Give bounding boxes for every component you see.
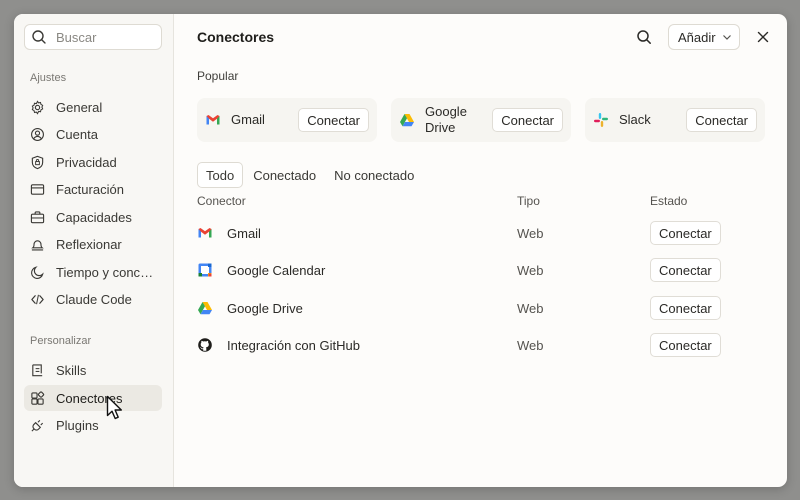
search-placeholder: Buscar bbox=[56, 29, 97, 45]
table-row: Integración con GitHub Web Conectar bbox=[197, 328, 721, 362]
moon-icon bbox=[31, 265, 44, 279]
popular-card-name: Gmail bbox=[231, 112, 265, 127]
connector-type: Web bbox=[517, 226, 544, 241]
connector-name: Gmail bbox=[227, 226, 261, 241]
google-drive-icon bbox=[197, 300, 213, 316]
sidebar-item-label: Claude Code bbox=[56, 291, 132, 307]
bell-icon bbox=[31, 239, 44, 251]
code-icon bbox=[31, 294, 44, 304]
sidebar-item-claude-code[interactable]: Claude Code bbox=[24, 286, 162, 312]
popular-section-label: Popular bbox=[197, 69, 239, 83]
sidebar-item-account[interactable]: Cuenta bbox=[24, 121, 162, 147]
connectors-icon bbox=[31, 390, 45, 405]
table-row: Google Calendar Web Conectar bbox=[197, 253, 721, 287]
skills-icon bbox=[32, 363, 43, 376]
credit-card-icon bbox=[30, 183, 45, 195]
gmail-icon bbox=[197, 225, 213, 241]
connector-type: Web bbox=[517, 263, 544, 278]
popular-card-google-drive: Google Drive Conectar bbox=[391, 98, 571, 142]
mouse-cursor-icon bbox=[106, 395, 122, 420]
column-header-connector: Conector bbox=[197, 194, 246, 208]
sidebar-item-reflect[interactable]: Reflexionar bbox=[24, 231, 162, 257]
plug-icon bbox=[31, 419, 44, 432]
sidebar-item-label: Facturación bbox=[56, 181, 124, 197]
close-icon bbox=[757, 31, 769, 43]
connect-button[interactable]: Conectar bbox=[650, 258, 721, 282]
user-circle-icon bbox=[31, 127, 44, 141]
add-button-label: Añadir bbox=[678, 29, 716, 45]
shield-icon bbox=[31, 155, 44, 169]
connect-button[interactable]: Conectar bbox=[298, 108, 369, 132]
sidebar-item-skills[interactable]: Skills bbox=[24, 357, 162, 383]
sidebar-item-label: Capacidades bbox=[56, 209, 132, 225]
gmail-icon bbox=[205, 112, 221, 128]
filter-tabs: Todo Conectado No conectado bbox=[197, 162, 422, 188]
popular-card-name: Slack bbox=[619, 112, 651, 127]
section-label-settings: Ajustes bbox=[30, 72, 67, 84]
table-row: Gmail Web Conectar bbox=[197, 216, 721, 250]
search-button[interactable] bbox=[633, 26, 655, 48]
gear-icon bbox=[31, 99, 44, 115]
sidebar-item-label: Cuenta bbox=[56, 126, 98, 142]
sidebar-item-label: Privacidad bbox=[56, 154, 117, 170]
connector-name: Google Drive bbox=[227, 301, 303, 316]
settings-sidebar: Buscar Ajustes General Cuenta Privacidad… bbox=[14, 14, 174, 487]
connector-name: Google Calendar bbox=[227, 263, 326, 278]
slack-icon bbox=[593, 112, 609, 128]
connect-button[interactable]: Conectar bbox=[492, 108, 563, 132]
sidebar-item-label: Tiempo y conce… bbox=[56, 264, 156, 280]
tab-connected[interactable]: Conectado bbox=[245, 162, 324, 188]
sidebar-item-label: Skills bbox=[56, 362, 87, 378]
tab-not-connected[interactable]: No conectado bbox=[326, 162, 422, 188]
sidebar-item-billing[interactable]: Facturación bbox=[24, 176, 162, 202]
popular-card-slack: Slack Conectar bbox=[585, 98, 765, 142]
connectors-modal: Buscar Ajustes General Cuenta Privacidad… bbox=[14, 14, 787, 487]
sidebar-item-capabilities[interactable]: Capacidades bbox=[24, 204, 162, 230]
main-panel: Conectores Añadir Popular Gmail Conectar… bbox=[175, 14, 787, 487]
connect-button[interactable]: Conectar bbox=[686, 108, 757, 132]
sidebar-item-time[interactable]: Tiempo y conce… bbox=[24, 259, 162, 285]
sidebar-item-general[interactable]: General bbox=[24, 94, 162, 120]
connector-type: Web bbox=[517, 301, 544, 316]
add-button[interactable]: Añadir bbox=[668, 24, 740, 50]
search-icon bbox=[637, 30, 651, 44]
column-header-status: Estado bbox=[650, 194, 688, 208]
google-calendar-icon bbox=[197, 262, 213, 278]
search-icon bbox=[32, 30, 46, 44]
table-row: Google Drive Web Conectar bbox=[197, 291, 721, 325]
sidebar-item-privacy[interactable]: Privacidad bbox=[24, 149, 162, 175]
page-title: Conectores bbox=[197, 29, 275, 45]
connect-button[interactable]: Conectar bbox=[650, 333, 721, 357]
column-header-type: Tipo bbox=[517, 194, 540, 208]
connect-button[interactable]: Conectar bbox=[650, 296, 721, 320]
search-input[interactable]: Buscar bbox=[24, 24, 162, 50]
connector-name: Integración con GitHub bbox=[227, 338, 360, 353]
google-drive-icon bbox=[399, 112, 415, 128]
close-button[interactable] bbox=[752, 26, 774, 48]
sidebar-item-plugins[interactable]: Plugins bbox=[24, 412, 162, 438]
connector-type: Web bbox=[517, 338, 544, 353]
section-label-personalize: Personalizar bbox=[30, 335, 92, 347]
popular-card-gmail: Gmail Conectar bbox=[197, 98, 377, 142]
chevron-down-icon bbox=[722, 35, 731, 40]
sidebar-item-label: Plugins bbox=[56, 417, 99, 433]
sidebar-item-label: Reflexionar bbox=[56, 236, 122, 252]
sidebar-item-label: General bbox=[56, 99, 103, 115]
sidebar-item-connectors[interactable]: Conectores bbox=[24, 385, 162, 411]
popular-card-name: Google Drive bbox=[425, 104, 467, 135]
github-icon bbox=[197, 337, 213, 353]
connect-button[interactable]: Conectar bbox=[650, 221, 721, 245]
briefcase-icon bbox=[30, 210, 45, 223]
tab-all[interactable]: Todo bbox=[197, 162, 244, 188]
